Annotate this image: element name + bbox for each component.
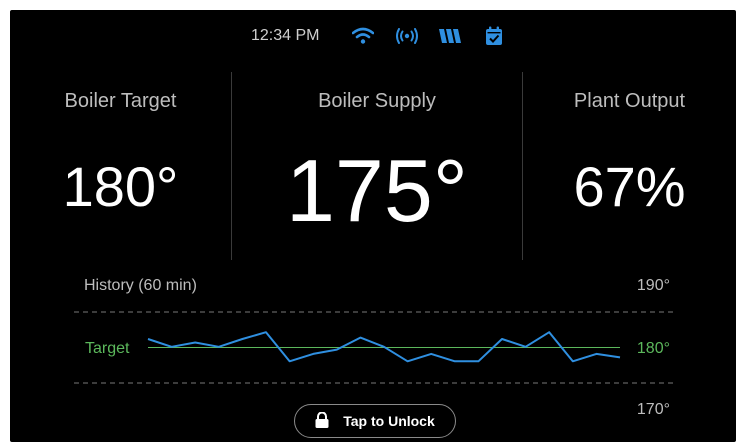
- device-frame: 12:34 PM Boiler Target 180° Boiler Suppl…: [0, 0, 746, 442]
- history-chart: [74, 311, 676, 384]
- tap-to-unlock-button[interactable]: Tap to Unlock: [294, 404, 456, 438]
- supply-history-line: [147, 331, 621, 363]
- lock-icon: [315, 411, 329, 431]
- unlock-label: Tap to Unlock: [343, 413, 435, 429]
- touch-screen: 12:34 PM Boiler Target 180° Boiler Suppl…: [10, 10, 736, 442]
